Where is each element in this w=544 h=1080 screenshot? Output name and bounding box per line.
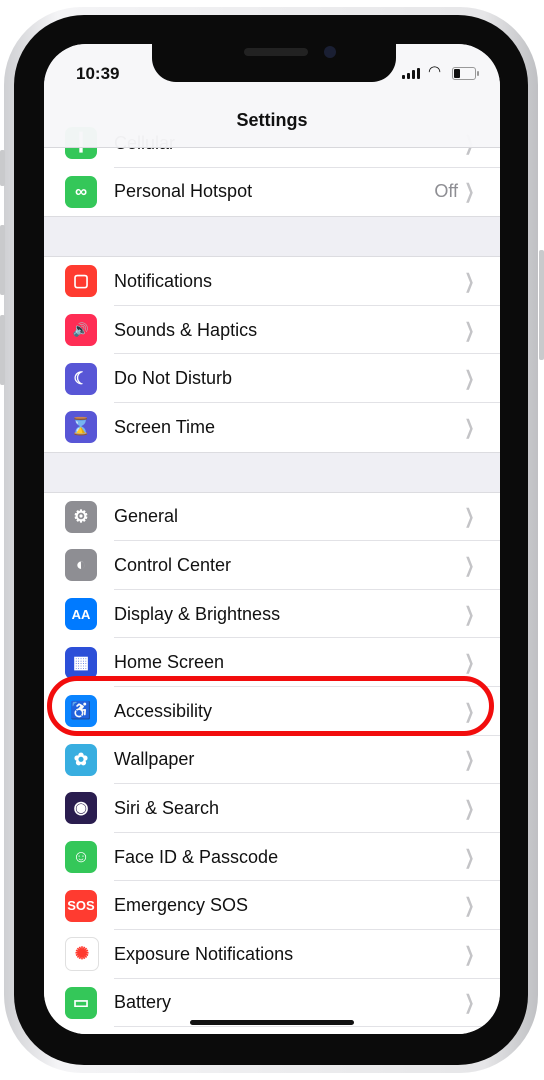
row-label: Control Center — [114, 554, 232, 575]
row-label: Personal Hotspot — [114, 181, 253, 202]
moon-icon: ☾ — [65, 362, 97, 395]
battery-icon — [452, 67, 479, 80]
page-title: Settings — [236, 110, 308, 130]
chevron-right-icon: ❯ — [464, 319, 475, 342]
row-label: Display & Brightness — [114, 603, 281, 624]
chevron-right-icon: ❯ — [464, 895, 475, 918]
settings-row-display-brightness[interactable]: AA Display & Brightness ❯ — [44, 590, 500, 639]
home-indicator[interactable] — [190, 1020, 354, 1025]
volume-down-button — [0, 315, 5, 385]
settings-group: ▢ Notifications ❯ 🔊 Sounds & Haptics ❯ ☾… — [44, 257, 500, 452]
row-label: Siri & Search — [114, 797, 220, 818]
group-spacer — [44, 451, 500, 493]
row-label: Notifications — [114, 270, 213, 291]
row-label: Home Screen — [114, 652, 225, 673]
volume-up-button — [0, 225, 5, 295]
wifi-icon: ◠ — [428, 63, 442, 80]
settings-row-do-not-disturb[interactable]: ☾ Do Not Disturb ❯ — [44, 354, 500, 403]
chevron-right-icon: ❯ — [464, 652, 475, 675]
battery-icon: ▭ — [65, 986, 97, 1019]
chevron-right-icon: ❯ — [464, 846, 475, 869]
chevron-right-icon: ❯ — [464, 181, 475, 204]
hotspot-link-icon: ∞ — [65, 175, 97, 208]
hourglass-icon: ⌛ — [65, 411, 97, 444]
mute-switch — [0, 150, 5, 186]
siri-icon: ◉ — [65, 792, 97, 825]
notifications-icon: ▢ — [65, 265, 97, 298]
settings-row-wallpaper[interactable]: ✿ Wallpaper ❯ — [44, 736, 500, 785]
row-label: Wallpaper — [114, 749, 195, 770]
chevron-right-icon: ❯ — [464, 554, 475, 577]
face-id-icon: ☺ — [65, 841, 97, 874]
chevron-right-icon: ❯ — [464, 416, 475, 439]
screen: 10:39 ◠ Settings ┃ Cellular ❯ ∞ Personal… — [44, 44, 500, 1034]
settings-row-screen-time[interactable]: ⌛ Screen Time ❯ — [44, 403, 500, 452]
row-value: Off — [434, 181, 458, 202]
flower-icon: ✿ — [65, 743, 97, 776]
chevron-right-icon: ❯ — [464, 992, 475, 1015]
gear-icon: ⚙ — [65, 500, 97, 533]
text-size-icon: AA — [65, 598, 97, 631]
chevron-right-icon: ❯ — [464, 797, 475, 820]
row-label: Exposure Notifications — [114, 943, 294, 964]
settings-row-personal-hotspot[interactable]: ∞ Personal Hotspot Off ❯ — [44, 168, 500, 217]
row-label: Screen Time — [114, 416, 216, 437]
accessibility-highlight-circle — [47, 676, 494, 736]
row-label: General — [114, 506, 179, 527]
exposure-icon: ✺ — [65, 937, 99, 972]
group-spacer — [44, 216, 500, 258]
settings-list: ┃ Cellular ❯ ∞ Personal Hotspot Off ❯ ▢ … — [44, 119, 500, 1034]
row-label: Do Not Disturb — [114, 368, 233, 389]
row-label: Face ID & Passcode — [114, 846, 279, 867]
settings-row-more[interactable] — [44, 1027, 500, 1034]
settings-row-notifications[interactable]: ▢ Notifications ❯ — [44, 257, 500, 306]
row-label: Emergency SOS — [114, 895, 249, 916]
side-button — [539, 250, 544, 360]
row-label: Sounds & Haptics — [114, 319, 258, 340]
chevron-right-icon: ❯ — [464, 943, 475, 966]
notch — [152, 44, 396, 82]
chevron-right-icon: ❯ — [464, 603, 475, 626]
sos-icon: SOS — [65, 889, 97, 922]
settings-row-siri-search[interactable]: ◉ Siri & Search ❯ — [44, 784, 500, 833]
status-time: 10:39 — [76, 64, 120, 83]
camera — [324, 46, 336, 58]
settings-group: ⚙ General ❯ ◐ Control Center ❯ AA Displa… — [44, 492, 500, 1034]
speaker — [244, 48, 308, 56]
cellular-signal-icon — [402, 68, 420, 79]
chevron-right-icon: ❯ — [464, 270, 475, 293]
chevron-right-icon: ❯ — [464, 749, 475, 772]
settings-row-face-id-passcode[interactable]: ☺ Face ID & Passcode ❯ — [44, 833, 500, 882]
row-label: Battery — [114, 992, 172, 1013]
speaker-icon: 🔊 — [65, 314, 97, 347]
settings-row-general[interactable]: ⚙ General ❯ — [44, 493, 500, 542]
settings-row-exposure-notifications[interactable]: ✺ Exposure Notifications ❯ — [44, 930, 500, 979]
home-screen-grid-icon: ▦ — [65, 646, 97, 679]
chevron-right-icon: ❯ — [464, 506, 475, 529]
chevron-right-icon: ❯ — [464, 368, 475, 391]
settings-row-control-center[interactable]: ◐ Control Center ❯ — [44, 541, 500, 590]
settings-row-emergency-sos[interactable]: SOS Emergency SOS ❯ — [44, 881, 500, 930]
settings-row-sounds-haptics[interactable]: 🔊 Sounds & Haptics ❯ — [44, 306, 500, 355]
toggles-icon: ◐ — [65, 549, 97, 582]
